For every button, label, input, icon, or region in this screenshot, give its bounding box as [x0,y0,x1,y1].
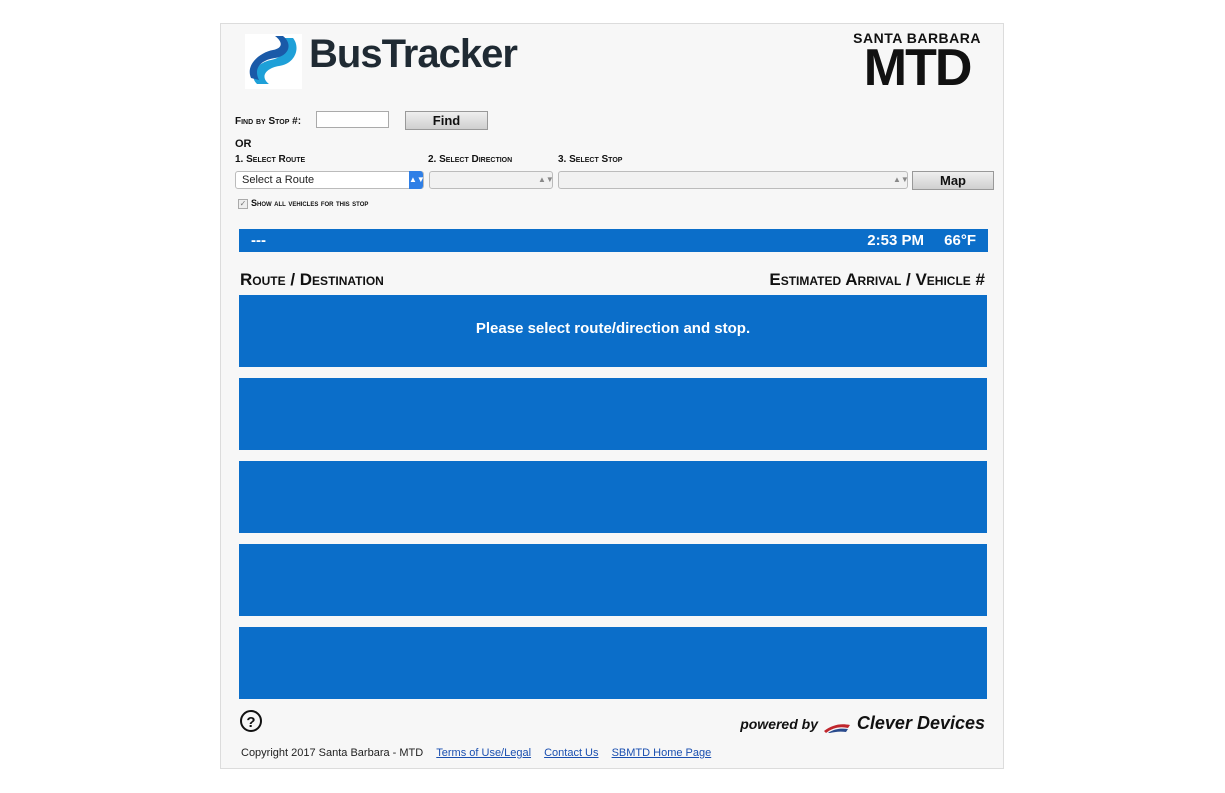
column-header-arrival: Estimated Arrival / Vehicle # [769,270,985,289]
route-select-value: Select a Route [242,174,315,186]
help-icon[interactable]: ? [240,710,262,732]
prediction-row [239,378,987,450]
show-all-checkbox[interactable]: ✓ [238,199,248,209]
stop-select[interactable]: ▲▼ [558,171,909,189]
or-label: OR [235,138,252,150]
prediction-row [239,461,987,533]
status-bar: --- 2:53 PM 66°F [239,229,988,252]
prediction-message [239,627,987,652]
chevron-updown-icon: ▲▼ [409,171,425,189]
find-stop-label: Find by Stop #: [235,116,302,127]
powered-by-brand: Clever Devices [856,713,985,733]
show-all-label: Show all vehicles for this stop [251,198,369,208]
route-step-label: 1. Select Route [235,154,306,165]
chevron-updown-icon: ▲▼ [893,175,909,184]
agency-abbrev: MTD [863,39,973,97]
direction-select[interactable]: ▲▼ [429,171,554,189]
status-text: --- [251,232,266,249]
copyright-text: Copyright 2017 Santa Barbara - MTD [241,747,424,759]
brand-title: BusTracker [309,32,518,76]
terms-link[interactable]: Terms of Use/Legal [436,747,531,759]
bustracker-panel: BusTracker SANTA BARBARA MTD Find by Sto… [220,23,1004,769]
agency-logo: SANTA BARBARA MTD [853,30,981,97]
prediction-message [239,544,987,569]
current-time: 2:53 PM [867,232,924,249]
find-button[interactable]: Find [405,111,488,130]
footer: Copyright 2017 Santa Barbara - MTD Terms… [241,747,711,759]
direction-step-label: 2. Select Direction [428,154,513,165]
stop-number-input[interactable] [316,111,389,128]
home-page-link[interactable]: SBMTD Home Page [612,747,712,759]
column-header-route: Route / Destination [240,270,384,289]
prediction-row: Please select route/direction and stop. [239,295,987,367]
powered-by-text: powered by [740,716,818,732]
temperature: 66°F [944,232,976,249]
prediction-message [239,378,987,403]
chevron-updown-icon: ▲▼ [538,175,554,184]
contact-link[interactable]: Contact Us [544,747,598,759]
powered-by-logo: powered by Clever Devices [740,713,985,734]
map-button[interactable]: Map [912,171,994,190]
bustracker-logo-icon [245,34,302,89]
clever-devices-icon [824,720,851,733]
prediction-message [239,461,987,486]
route-select[interactable]: Select a Route ▲▼ [235,171,425,189]
prediction-message: Please select route/direction and stop. [475,320,751,337]
prediction-row [239,544,987,616]
stop-step-label: 3. Select Stop [558,154,623,165]
prediction-row [239,627,987,699]
